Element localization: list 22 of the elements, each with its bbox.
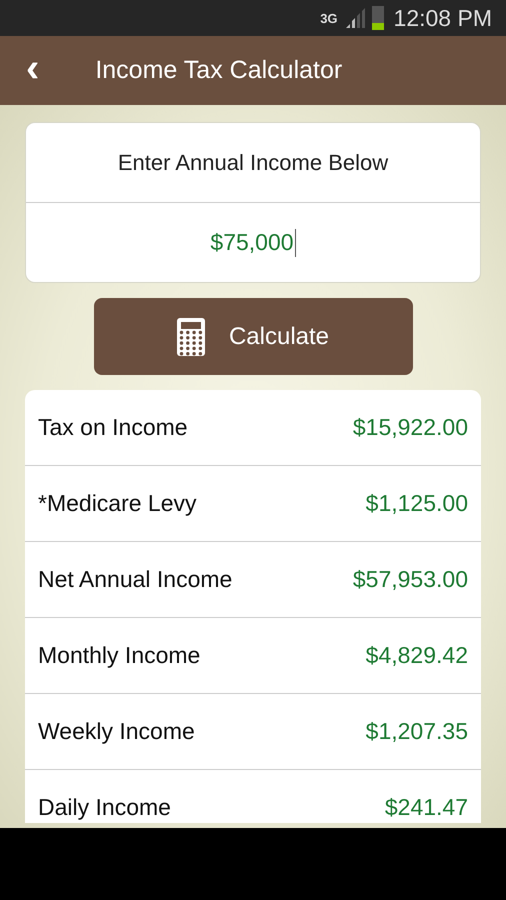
result-label: Monthly Income	[38, 642, 200, 669]
result-value: $241.47	[384, 794, 468, 821]
screen-title: Income Tax Calculator	[95, 56, 342, 85]
result-label: Weekly Income	[38, 718, 195, 745]
result-label: Tax on Income	[38, 414, 188, 441]
signal-icon	[344, 8, 366, 28]
result-value: $1,125.00	[366, 490, 468, 517]
back-button[interactable]: ‹	[22, 48, 44, 94]
clock: 12:08 PM	[394, 4, 492, 32]
result-label: Net Annual Income	[38, 566, 232, 593]
result-value: $4,829.42	[366, 642, 468, 669]
result-label: Daily Income	[38, 794, 171, 821]
result-value: $1,207.35	[366, 718, 468, 745]
income-label: Enter Annual Income Below	[26, 123, 480, 203]
calculate-button[interactable]: Calculate	[94, 298, 412, 375]
network-type: 3G	[320, 10, 338, 26]
calculator-icon	[176, 318, 205, 356]
result-value: $15,922.00	[352, 414, 468, 441]
battery-icon	[372, 6, 384, 30]
result-value: $57,953.00	[352, 566, 468, 593]
result-label: *Medicare Levy	[38, 490, 197, 517]
income-field[interactable]: $75,000	[26, 203, 480, 282]
